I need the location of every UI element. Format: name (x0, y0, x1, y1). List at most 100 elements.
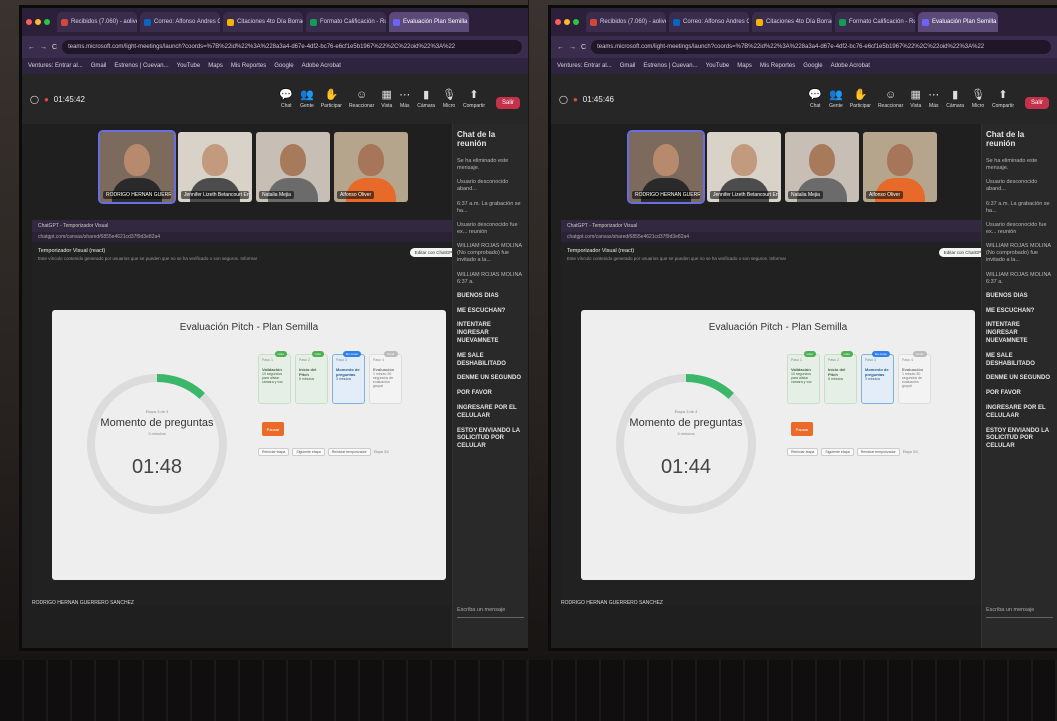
timer-controls: Reiniciar etapa Siguiente etapa Reiniciar … (258, 448, 389, 456)
tool-share[interactable]: ⬆ Compartir (992, 89, 1014, 109)
browser-tab[interactable]: Evaluación Plan Semilla |... (389, 12, 469, 32)
tab-favicon-icon (922, 18, 929, 26)
participant-tile[interactable]: Jennifer Lizeth Betancourt En... (178, 132, 252, 202)
browser-tab[interactable]: Evaluación Plan Semilla |... (918, 12, 998, 32)
back-icon[interactable]: ← (557, 44, 564, 51)
participant-tile[interactable]: Natalia Mejia (785, 132, 859, 202)
forward-icon[interactable]: → (40, 44, 47, 51)
tool-label: Micro (442, 102, 456, 109)
chat-message: ESTOY ENVIANDO LA SOLICITUD POR CELULAR (986, 427, 1049, 450)
browser-tab[interactable]: Formato Calificación - Rub... (835, 12, 915, 32)
canvas-header: Temporizador Visual (react) Este vínculo… (32, 242, 466, 265)
bookmark-item[interactable]: Estrenos | Cuevan... (643, 63, 697, 69)
timer-control-button[interactable]: Reiniciar temporizador (856, 448, 900, 456)
bookmark-item[interactable]: Google (274, 63, 293, 69)
timer-control-button[interactable]: Reiniciar etapa (258, 448, 290, 456)
bookmark-item[interactable]: Google (803, 63, 822, 69)
browser-tab[interactable]: Formato Calificación - Rub... (306, 12, 386, 32)
participant-tile[interactable]: Alfonso Oliver (863, 132, 937, 202)
browser-tab[interactable]: Correo: Alfonso Andres Oliv... (140, 12, 220, 32)
browser-tab[interactable]: Citaciones 4to Día Borrador (223, 12, 303, 32)
leave-button[interactable]: Salir (495, 96, 520, 109)
tool-raise-hand[interactable]: ✋ Participar (850, 89, 871, 109)
bookmark-item[interactable]: YouTube (177, 63, 201, 69)
tool-share[interactable]: ⬆ Compartir (463, 89, 485, 109)
chat-input[interactable]: Escriba un mensaje (457, 602, 524, 618)
tool-more[interactable]: ⋯ Más (399, 89, 410, 109)
chat-icon: 💬 (279, 88, 294, 101)
timer-control-button[interactable]: Siguiente etapa (292, 448, 325, 456)
browser-tab[interactable]: Correo: Alfonso Andres Oliv... (669, 12, 749, 32)
stage-step: En curso Paso 3 Momento de preguntas 3 minu… (861, 351, 894, 404)
leave-button[interactable]: Salir (1024, 96, 1049, 109)
tool-camera[interactable]: ▮ Cámara (417, 89, 435, 109)
chat-message: ME SALE DESHABILITADO (986, 352, 1035, 367)
bookmark-item[interactable]: Mis Reportes (231, 63, 266, 69)
pause-button[interactable]: Pausar (262, 422, 284, 436)
tool-chat[interactable]: 💬 Chat (279, 88, 294, 109)
tool-view[interactable]: ▦ Vista (381, 89, 392, 109)
participant-tile[interactable]: Alfonso Oliver (334, 132, 408, 202)
tool-mic[interactable]: 🎙 Micro (971, 89, 985, 109)
tool-people[interactable]: 👥 Gente (300, 89, 314, 109)
tool-chat[interactable]: 💬 Chat (808, 89, 822, 109)
tool-react[interactable]: ☺ Reaccionar (878, 88, 903, 109)
timer-control-button[interactable]: Siguiente etapa (821, 448, 854, 456)
browser-tab[interactable]: Recibidos (7.060) - aoliver... (586, 12, 666, 32)
recording-icon: ● (43, 94, 49, 104)
chat-message: BUENOS DIAS (457, 292, 499, 299)
tool-react[interactable]: ☺ Reaccionar (349, 89, 374, 109)
bookmark-item[interactable]: YouTube (706, 63, 730, 69)
step-badge: Listo (803, 351, 816, 357)
url-input[interactable]: teams.microsoft.com/light-meetings/launc… (591, 40, 1051, 54)
window-controls[interactable] (555, 19, 579, 25)
timer-control-button[interactable]: Reiniciar temporizador (327, 448, 371, 456)
url-input[interactable]: teams.microsoft.com/light-meetings/launc… (62, 40, 522, 54)
bookmark-item[interactable]: Mis Reportes (760, 63, 795, 69)
step-number: Paso 2 (299, 358, 310, 362)
chat-message: BUENOS DIAS (986, 292, 1028, 299)
chat-input[interactable]: Escriba un mensaje (986, 602, 1053, 618)
browser-tab[interactable]: Citaciones 4to Día Borrador (752, 12, 832, 32)
participant-tile[interactable]: RODRIGO HERNAN GUERRERO... (627, 130, 705, 204)
pause-button[interactable]: Pausar (791, 422, 813, 436)
tool-view[interactable]: ▦ Vista (910, 89, 921, 109)
reload-icon[interactable]: C (52, 44, 57, 51)
back-icon[interactable]: ← (28, 44, 35, 51)
bookmark-item[interactable]: Gmail (620, 63, 636, 69)
step-number: Paso 4 (373, 358, 384, 362)
forward-icon[interactable]: → (569, 44, 576, 51)
bookmark-item[interactable]: Adobe Acrobat (831, 63, 870, 69)
step-number: Paso 1 (262, 358, 273, 362)
reload-icon[interactable]: C (581, 44, 586, 51)
meeting-timer: ◯ ● 01:45:46 (559, 95, 614, 104)
mic-icon: 🎙 (442, 88, 457, 101)
tool-raise-hand[interactable]: ✋ Participar (321, 89, 342, 109)
bookmark-item[interactable]: Maps (208, 63, 223, 69)
react-icon: ☺ (884, 88, 897, 101)
teams-meeting: ◯ ● 01:45:46 💬 Chat 👥 Gente ✋ Participar ☺ Reac… (551, 74, 1057, 648)
bookmark-item[interactable]: Gmail (91, 63, 107, 69)
chat-system-messages: Usuario desconocido aband... 6:37 a.m. La… (986, 179, 1053, 264)
browser-tab[interactable]: Recibidos (7.060) - aoliver... (57, 12, 137, 32)
ring-center: Etapa 3 de 4 Momento de preguntas 3 minu… (611, 344, 761, 544)
bookmark-item[interactable]: Maps (737, 63, 752, 69)
participant-tile[interactable]: RODRIGO HERNAN GUERRERO... (98, 130, 176, 204)
tool-mic[interactable]: 🎙 Micro (442, 88, 457, 109)
bookmark-item[interactable]: Ventures: Entrar al... (557, 63, 612, 69)
participant-tile[interactable]: Natalia Mejia (256, 132, 330, 202)
participant-face (280, 144, 306, 176)
tool-camera[interactable]: ▮ Cámara (946, 89, 964, 109)
bookmark-item[interactable]: Ventures: Entrar al... (28, 63, 83, 69)
step-badge: Pend. (384, 351, 398, 357)
window-controls[interactable] (26, 19, 50, 25)
participant-tile[interactable]: Jennifer Lizeth Betancourt En... (707, 132, 781, 202)
tool-people[interactable]: 👥 Gente (829, 89, 843, 109)
tool-more[interactable]: ⋯ Más (928, 89, 939, 109)
timer-control-button[interactable]: Reiniciar etapa (787, 448, 819, 456)
bookmark-item[interactable]: Estrenos | Cuevan... (114, 63, 168, 69)
bookmark-item[interactable]: Adobe Acrobat (302, 63, 341, 69)
step-number: Paso 4 (902, 358, 913, 362)
shared-tabbar: ChatGPT - Temporizador Visual (32, 220, 466, 232)
stage-step: Pend. Paso 4 Evaluación 1 minuto 30 segundo… (898, 351, 931, 404)
